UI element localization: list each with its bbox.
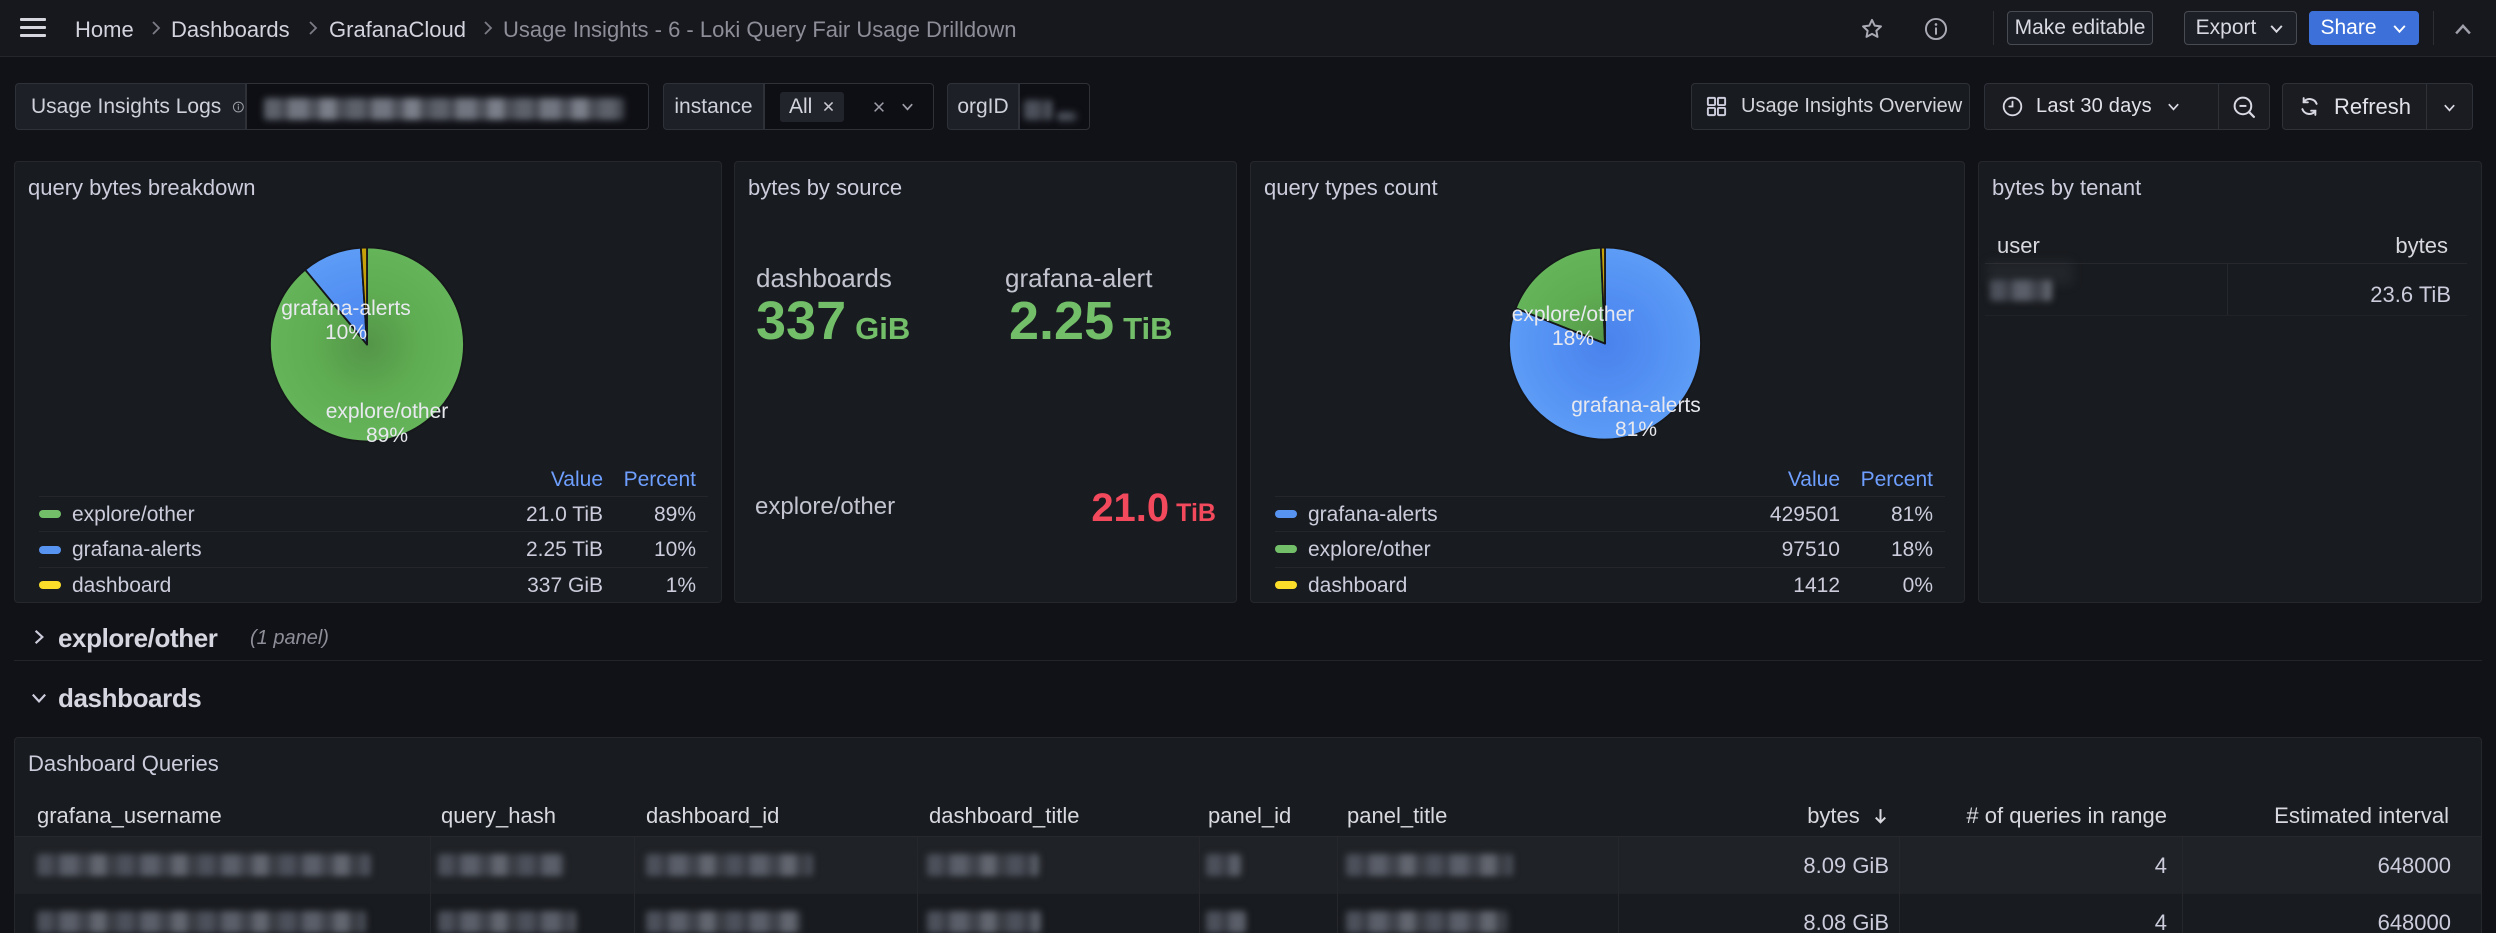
svg-text:explore/other: explore/other (326, 400, 449, 423)
svg-text:81%: 81% (1615, 418, 1657, 441)
svg-text:grafana-alerts: grafana-alerts (281, 297, 411, 320)
svg-text:grafana-alerts: grafana-alerts (1571, 394, 1701, 417)
svg-text:89%: 89% (366, 424, 408, 447)
svg-text:10%: 10% (325, 321, 367, 344)
svg-text:18%: 18% (1552, 327, 1594, 350)
svg-text:explore/other: explore/other (1512, 303, 1635, 326)
